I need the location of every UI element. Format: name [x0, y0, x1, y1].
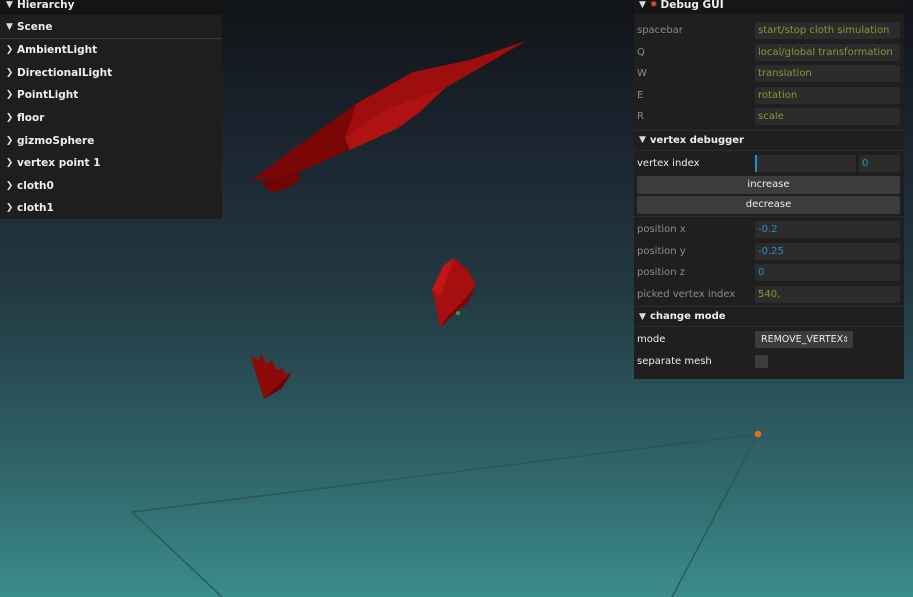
chevron-right-icon: ❯ — [5, 180, 14, 191]
separate-mesh-label: separate mesh — [637, 355, 712, 367]
shortcut-key: Q — [637, 46, 645, 58]
chevron-right-icon: ❯ — [5, 67, 14, 78]
vertex-index-label: vertex index — [637, 157, 700, 169]
vertex-index-input[interactable]: 0 — [859, 154, 900, 172]
shortcut-value[interactable]: translation — [755, 65, 900, 83]
picked-vertex-label: picked vertex index — [637, 288, 736, 300]
shortcut-value[interactable]: start/stop cloth simulation — [755, 22, 900, 40]
mode-row: mode REMOVE_VERTEX ⇕ — [634, 329, 904, 351]
shortcut-key: spacebar — [637, 25, 683, 37]
divider — [634, 216, 904, 217]
position-x-field[interactable]: -0.2 — [755, 221, 900, 239]
tree-item-scene[interactable]: ▼ Scene — [0, 15, 222, 39]
hierarchy-header[interactable]: ▼ Hierarchy — [0, 0, 222, 15]
scene-label: Scene — [17, 20, 53, 33]
position-x-label: position x — [637, 224, 686, 236]
position-y-row: position y -0.25 — [634, 241, 904, 263]
shortcut-value[interactable]: scale — [755, 108, 900, 126]
shortcut-key: R — [637, 111, 644, 123]
mode-select-value: REMOVE_VERTEX — [761, 334, 844, 346]
tree-item-directionallight[interactable]: ❯ DirectionalLight — [0, 62, 222, 85]
vertex-index-slider[interactable] — [755, 154, 856, 172]
cloth-mesh-small[interactable] — [432, 258, 476, 328]
hierarchy-title: Hierarchy — [17, 0, 75, 11]
chevron-right-icon: ❯ — [5, 113, 14, 124]
floor-outline — [130, 433, 760, 597]
debug-gui-header[interactable]: ▼ ✹ Debug GUI — [634, 0, 904, 14]
shortcut-value[interactable]: local/global transformation — [755, 43, 900, 61]
tree-item-cloth0[interactable]: ❯ cloth0 — [0, 175, 222, 198]
chevron-down-icon: ▼ — [639, 0, 646, 10]
tree-item-label: vertex point 1 — [17, 157, 101, 170]
chevron-down-icon: ▼ — [6, 21, 13, 32]
position-z-row: position z 0 — [634, 262, 904, 284]
position-y-label: position y — [637, 245, 686, 257]
separate-mesh-checkbox[interactable] — [755, 354, 768, 368]
tree-item-pointlight[interactable]: ❯ PointLight — [0, 84, 222, 107]
bug-icon: ✹ — [650, 0, 658, 10]
tree-item-label: cloth0 — [17, 179, 54, 192]
shortcut-row: spacebar start/stop cloth simulation — [634, 20, 904, 42]
chevron-right-icon: ❯ — [5, 158, 14, 169]
shortcut-row: Q local/global transformation — [634, 42, 904, 64]
vertex-index-row: vertex index 0 — [634, 153, 904, 175]
chevron-right-icon: ❯ — [5, 203, 14, 214]
tree-item-label: cloth1 — [17, 202, 54, 215]
hierarchy-panel: ▼ Hierarchy ▼ Scene ❯ AmbientLight ❯ Dir… — [0, 0, 222, 219]
shortcut-value[interactable]: rotation — [755, 86, 900, 104]
picked-vertex-field[interactable]: 540, — [755, 285, 900, 303]
tree-item-label: floor — [17, 112, 45, 125]
debug-gui-title: Debug GUI — [660, 0, 724, 11]
cloth-fragment[interactable] — [251, 354, 292, 399]
chevron-down-icon: ▼ — [639, 311, 646, 322]
chevron-right-icon: ❯ — [5, 45, 14, 56]
decrease-button[interactable]: decrease — [637, 196, 900, 214]
chevron-down-icon: ▼ — [639, 135, 646, 145]
folder-vertex-debugger[interactable]: ▼ vertex debugger — [634, 129, 904, 151]
tree-item-gizmosphere[interactable]: ❯ gizmoSphere — [0, 129, 222, 152]
position-z-label: position z — [637, 267, 686, 279]
tree-item-label: AmbientLight — [17, 44, 98, 57]
position-y-field[interactable]: -0.25 — [755, 242, 900, 260]
tree-item-label: DirectionalLight — [17, 66, 113, 79]
tree-item-label: gizmoSphere — [17, 134, 95, 147]
folder-title: change mode — [650, 311, 726, 322]
shortcut-key: W — [637, 68, 647, 80]
tree-item-vertex-point-1[interactable]: ❯ vertex point 1 — [0, 152, 222, 175]
position-z-field[interactable]: 0 — [755, 264, 900, 282]
separate-mesh-row: separate mesh — [634, 351, 904, 373]
shortcut-key: E — [637, 89, 644, 101]
shortcut-row: W translation — [634, 63, 904, 85]
vertex-point-marker — [456, 311, 460, 315]
folder-title: vertex debugger — [650, 134, 744, 146]
mode-select[interactable]: REMOVE_VERTEX ⇕ — [755, 331, 853, 349]
chevron-right-icon: ❯ — [5, 90, 14, 101]
shortcut-row: E rotation — [634, 85, 904, 107]
debug-gui-panel: ▼ ✹ Debug GUI spacebar start/stop cloth … — [634, 0, 904, 379]
shortcut-row: R scale — [634, 106, 904, 128]
increase-button[interactable]: increase — [637, 176, 900, 194]
mode-label: mode — [637, 334, 666, 346]
picked-vertex-row: picked vertex index 540, — [634, 284, 904, 306]
gizmo-point[interactable] — [754, 430, 762, 438]
select-arrows-icon: ⇕ — [842, 335, 849, 345]
position-x-row: position x -0.2 — [634, 219, 904, 241]
tree-item-label: PointLight — [17, 89, 79, 102]
tree-item-cloth1[interactable]: ❯ cloth1 — [0, 197, 222, 220]
chevron-right-icon: ❯ — [5, 135, 14, 146]
folder-change-mode[interactable]: ▼ change mode — [634, 306, 904, 327]
chevron-down-icon: ▼ — [6, 0, 13, 10]
tree-item-ambientlight[interactable]: ❯ AmbientLight — [0, 39, 222, 62]
tree-item-floor[interactable]: ❯ floor — [0, 107, 222, 130]
cloth-mesh-large[interactable] — [252, 41, 526, 193]
